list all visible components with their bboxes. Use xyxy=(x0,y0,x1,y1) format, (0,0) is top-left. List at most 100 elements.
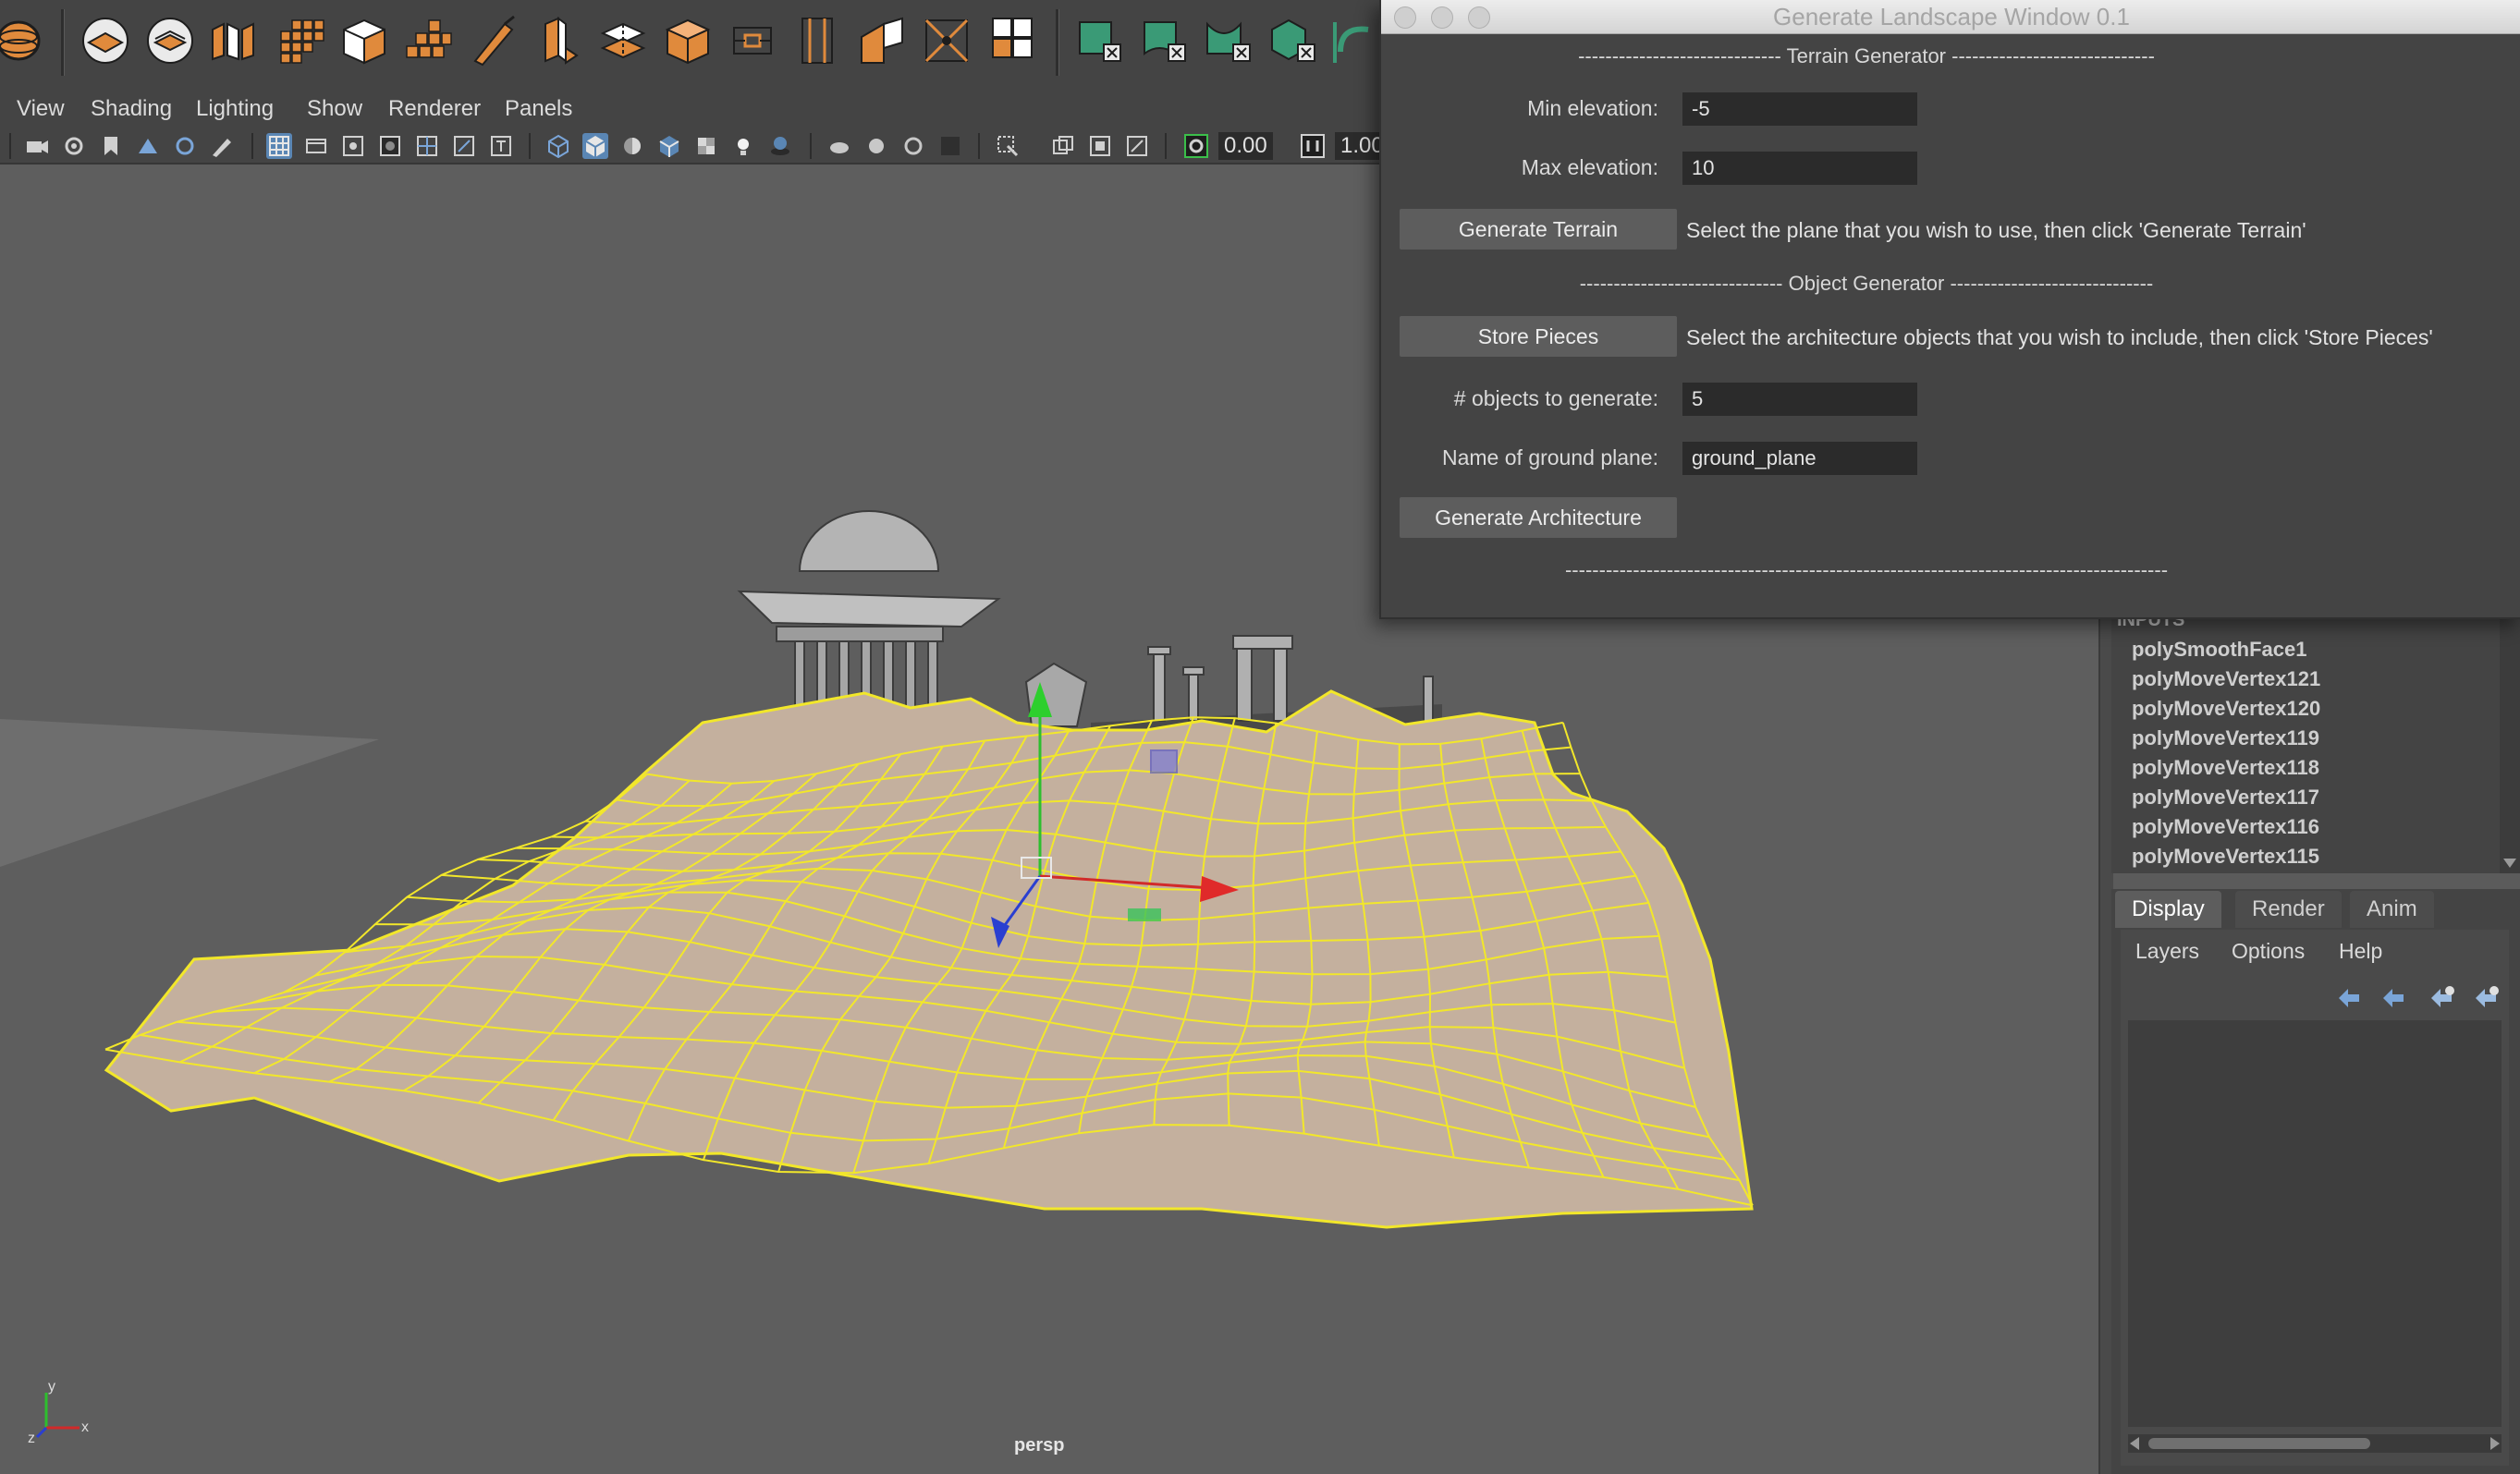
create-empty-layer-icon[interactable] xyxy=(2428,983,2455,1009)
xray-active-icon[interactable] xyxy=(1087,133,1113,159)
menu-show[interactable]: Show xyxy=(307,96,362,122)
menu-renderer[interactable]: Renderer xyxy=(388,96,481,122)
store-pieces-button[interactable]: Store Pieces xyxy=(1400,316,1677,357)
multisample-aa-icon[interactable] xyxy=(900,133,926,159)
tab-render[interactable]: Render xyxy=(2235,891,2342,928)
safe-title-icon[interactable] xyxy=(488,133,514,159)
combine-icon[interactable] xyxy=(403,15,455,67)
exposure-field[interactable]: 0.00 xyxy=(1218,132,1273,160)
offset-loop-icon[interactable] xyxy=(791,15,843,67)
scroll-right-arrow-icon[interactable] xyxy=(2490,1437,2500,1450)
max-elevation-field[interactable]: 10 xyxy=(1682,152,1917,185)
input-item[interactable]: polyMoveVertex121 xyxy=(2132,667,2320,691)
scroll-thumb[interactable] xyxy=(2148,1438,2370,1449)
window-title: Generate Landscape Window 0.1 xyxy=(1773,3,2130,30)
wireframe-icon[interactable] xyxy=(545,133,571,159)
resolution-gate-icon[interactable] xyxy=(340,133,366,159)
create-layer-from-selection-icon[interactable] xyxy=(2472,983,2500,1009)
layer-horizontal-scrollbar[interactable] xyxy=(2128,1434,2502,1453)
menu-options[interactable]: Options xyxy=(2232,939,2305,964)
menu-layers[interactable]: Layers xyxy=(2135,939,2199,964)
window-titlebar[interactable]: Generate Landscape Window 0.1 xyxy=(1381,0,2520,34)
camera-attributes-icon[interactable] xyxy=(61,133,87,159)
menu-help[interactable]: Help xyxy=(2339,939,2382,964)
grease-pencil-icon[interactable] xyxy=(209,133,235,159)
input-item[interactable]: polyMoveVertex117 xyxy=(2132,786,2319,810)
film-gate-icon[interactable] xyxy=(303,133,329,159)
bridge-icon[interactable] xyxy=(597,15,649,67)
bookmark-icon[interactable] xyxy=(98,133,124,159)
uv-sew-icon[interactable] xyxy=(1268,15,1320,67)
soft-select-2-icon[interactable] xyxy=(144,15,196,67)
insert-loop-icon[interactable] xyxy=(727,15,778,67)
generate-terrain-button[interactable]: Generate Terrain xyxy=(1400,209,1677,250)
gate-mask-icon[interactable] xyxy=(377,133,403,159)
quad-draw-icon[interactable] xyxy=(985,15,1037,67)
selected-face[interactable] xyxy=(1150,749,1178,774)
multi-cut-icon[interactable] xyxy=(468,15,520,67)
polygon-cube-orange-icon[interactable] xyxy=(662,15,714,67)
smooth-shade-icon[interactable] xyxy=(582,133,608,159)
generate-architecture-button[interactable]: Generate Architecture xyxy=(1400,497,1677,538)
target-weld-icon[interactable] xyxy=(921,15,973,67)
input-item[interactable]: polyMoveVertex115 xyxy=(2132,845,2319,869)
use-all-lights-icon[interactable] xyxy=(730,133,756,159)
textured-icon[interactable] xyxy=(693,133,719,159)
shadows-icon[interactable] xyxy=(767,133,793,159)
uv-layout-icon[interactable] xyxy=(1139,15,1191,67)
input-item[interactable]: polyMoveVertex116 xyxy=(2132,815,2319,839)
menu-shading[interactable]: Shading xyxy=(91,96,172,122)
layer-list[interactable] xyxy=(2128,1020,2502,1427)
motion-blur-icon[interactable] xyxy=(863,133,889,159)
exposure-icon[interactable] xyxy=(1183,133,1209,159)
polygon-cube-icon[interactable] xyxy=(338,15,390,67)
menu-view[interactable]: View xyxy=(17,96,65,122)
tab-display[interactable]: Display xyxy=(2115,891,2221,928)
extrude-icon[interactable] xyxy=(531,15,582,67)
polygon-cylinder-icon[interactable] xyxy=(207,15,259,67)
select-camera-icon[interactable] xyxy=(24,133,50,159)
menu-lighting[interactable]: Lighting xyxy=(196,96,274,122)
bevel-icon[interactable] xyxy=(856,15,908,67)
image-plane-icon[interactable] xyxy=(135,133,161,159)
scroll-left-arrow-icon[interactable] xyxy=(2130,1437,2139,1450)
default-material-icon[interactable] xyxy=(619,133,645,159)
uv-cut-icon[interactable] xyxy=(1204,15,1255,67)
polygon-plane-icon[interactable] xyxy=(274,15,325,67)
wireframe-on-shaded-icon[interactable] xyxy=(656,133,682,159)
terrain-fill xyxy=(104,689,1754,1229)
terrain-section-header: ------------------------------ Terrain G… xyxy=(1578,44,2155,67)
shelf-toolbar xyxy=(0,0,1387,91)
move-layer-up-icon[interactable] xyxy=(2335,983,2363,1009)
inputs-scrollbar[interactable] xyxy=(2500,610,2520,873)
xray-icon[interactable] xyxy=(1050,133,1076,159)
input-item[interactable]: polyMoveVertex119 xyxy=(2132,726,2319,750)
ground-plane-field[interactable]: ground_plane xyxy=(1682,442,1917,475)
temple-model[interactable] xyxy=(737,510,1001,720)
bend-icon[interactable] xyxy=(1331,15,1383,67)
axis-y-label: y xyxy=(48,1380,55,1395)
scroll-down-arrow-icon[interactable] xyxy=(2503,859,2516,868)
depth-of-field-icon[interactable] xyxy=(937,133,963,159)
menu-panels[interactable]: Panels xyxy=(505,96,572,122)
field-chart-icon[interactable] xyxy=(414,133,440,159)
uv-editor-icon[interactable] xyxy=(1074,15,1126,67)
gamma-icon[interactable] xyxy=(1300,133,1326,159)
soft-select-icon[interactable] xyxy=(80,15,131,67)
min-elevation-field[interactable]: -5 xyxy=(1682,92,1917,126)
screen-space-ao-icon[interactable] xyxy=(826,133,852,159)
isolate-select-icon[interactable] xyxy=(995,133,1021,159)
move-layer-down-icon[interactable] xyxy=(2379,983,2407,1009)
objects-count-label: # objects to generate: xyxy=(1453,386,1658,410)
two-d-pan-icon[interactable] xyxy=(172,133,198,159)
input-item[interactable]: polyMoveVertex120 xyxy=(2132,697,2320,721)
input-item[interactable]: polyMoveVertex118 xyxy=(2132,756,2319,780)
objects-count-field[interactable]: 5 xyxy=(1682,383,1917,416)
input-item[interactable]: polySmoothFace1 xyxy=(2132,638,2306,662)
grid-icon[interactable] xyxy=(266,133,292,159)
xray-joints-icon[interactable] xyxy=(1124,133,1150,159)
safe-action-icon[interactable] xyxy=(451,133,477,159)
layer-editor: Display Render Anim Layers Options Help xyxy=(2111,889,2520,1474)
polygon-sphere-icon[interactable] xyxy=(0,15,44,67)
tab-anim[interactable]: Anim xyxy=(2350,891,2434,928)
